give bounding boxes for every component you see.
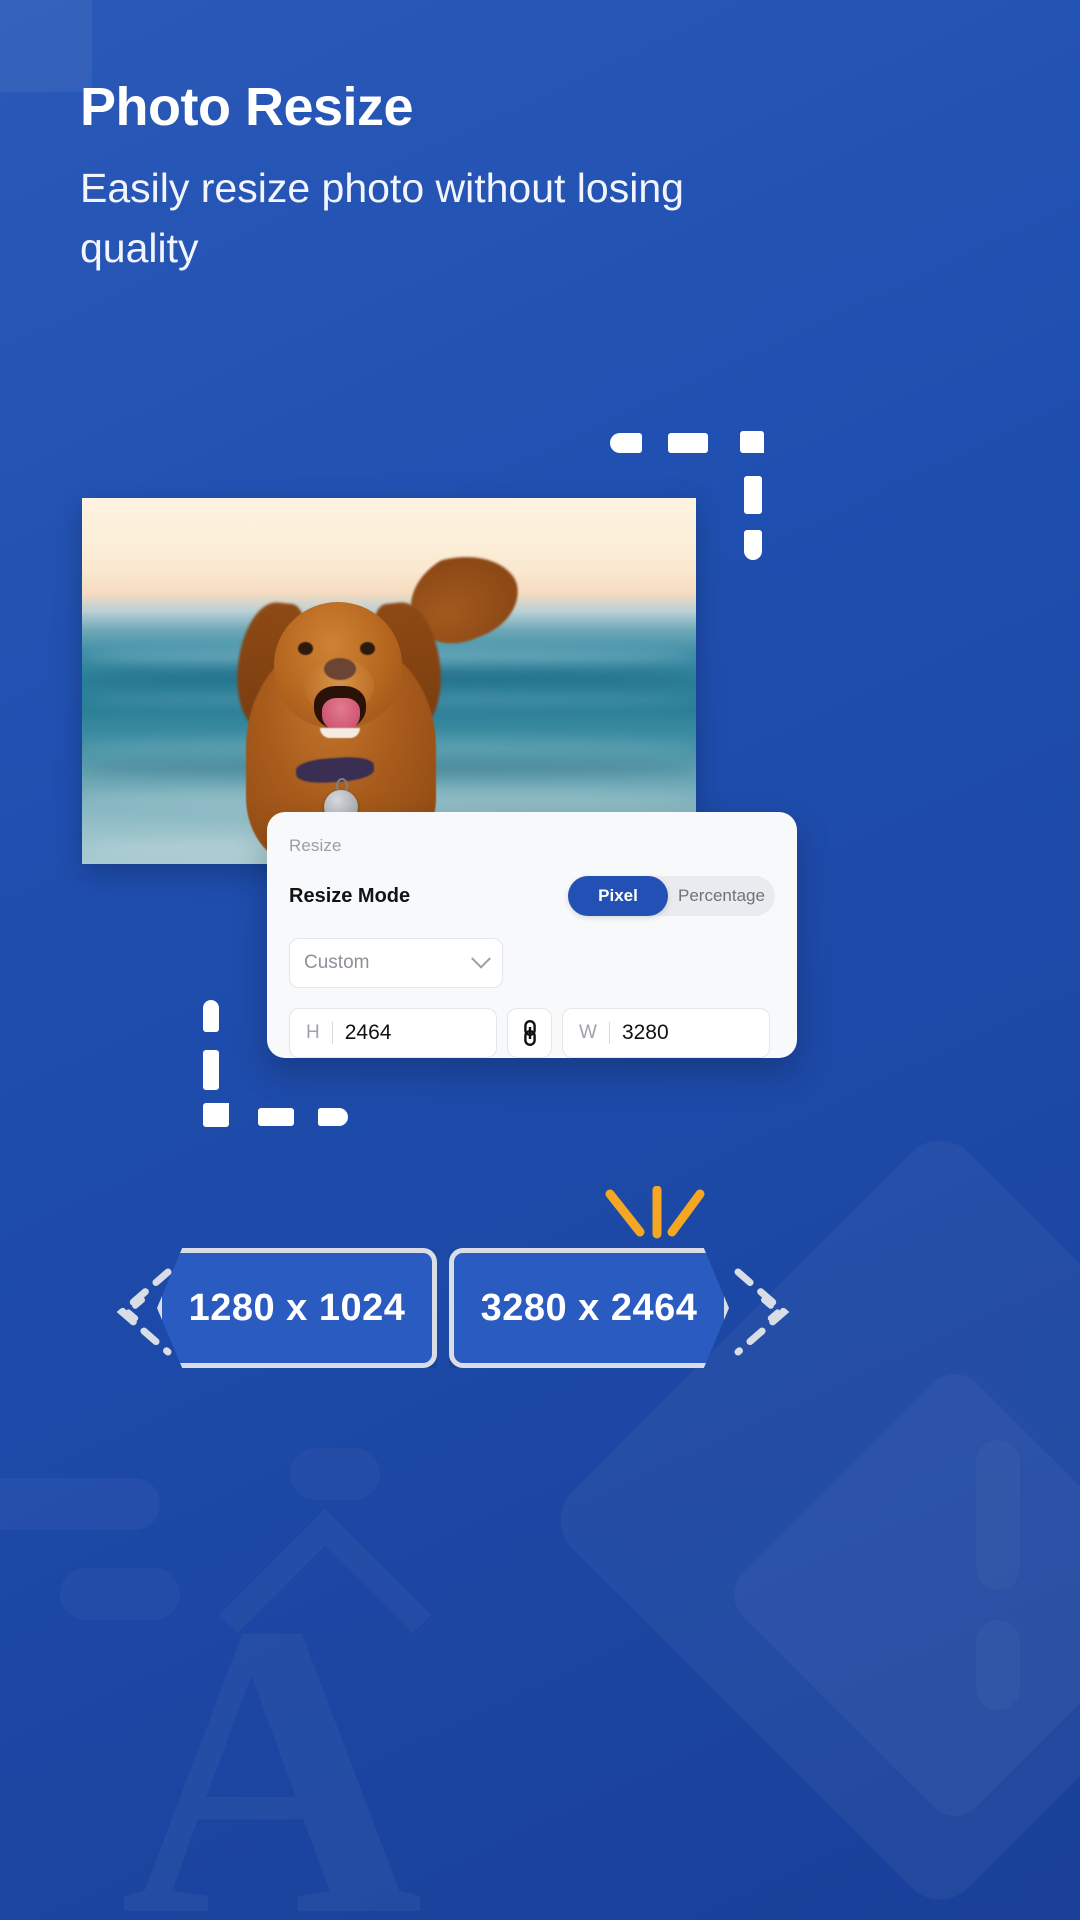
dash-mark-icon	[610, 433, 642, 453]
resize-mode-label: Resize Mode	[289, 884, 411, 907]
bg-pill-decoration-1	[0, 1478, 160, 1530]
dash-mark-icon	[744, 530, 762, 560]
page-title: Photo Resize	[80, 77, 414, 137]
field-divider	[608, 1022, 610, 1044]
photo-image	[82, 498, 696, 864]
bg-diagonal-decoration-2	[722, 1362, 1080, 1829]
bg-bar-decoration-1	[976, 1440, 1020, 1590]
bg-square-decoration	[0, 0, 92, 92]
panel-eyebrow-label: Resize	[289, 836, 342, 855]
height-input[interactable]: H 2464	[289, 1008, 497, 1058]
dash-mark-icon	[203, 1103, 229, 1127]
badge-resized-size[interactable]: 3280 x 2464	[449, 1248, 729, 1368]
resize-mode-segmented-control[interactable]: Pixel Percentage	[568, 876, 775, 916]
dash-mark-icon	[740, 431, 764, 453]
link-chain-icon	[523, 1019, 536, 1047]
watermark-letter: A	[120, 1560, 423, 1920]
dash-mark-icon	[258, 1108, 294, 1126]
bg-pill-decoration-2	[60, 1568, 180, 1620]
field-divider	[331, 1022, 333, 1044]
badge-original-size[interactable]: 1280 x 1024	[157, 1248, 437, 1368]
height-label: H	[306, 1022, 320, 1043]
preset-select-value: Custom	[304, 952, 370, 973]
dash-mark-icon	[668, 433, 708, 453]
app-screen: A Photo Resize Easily resize photo witho…	[0, 0, 1080, 1920]
dimension-row: H 2464 W 3280	[289, 1008, 775, 1058]
height-value: 2464	[344, 1021, 392, 1044]
width-input[interactable]: W 3280	[562, 1008, 770, 1058]
sparkle-icon	[600, 1185, 710, 1251]
segment-pixel[interactable]: Pixel	[568, 876, 668, 916]
hero-text-block: Photo Resize Easily resize photo without…	[80, 77, 860, 278]
dash-mark-icon	[318, 1108, 348, 1126]
page-subtitle: Easily resize photo without losing quali…	[80, 165, 684, 271]
width-label: W	[579, 1022, 597, 1043]
aspect-ratio-lock-button[interactable]	[507, 1008, 552, 1058]
dash-mark-icon	[744, 476, 762, 514]
dimension-badges: 1280 x 1024 3280 x 2464	[0, 1185, 1080, 1383]
preset-select[interactable]: Custom	[289, 938, 503, 988]
photo-preview	[82, 498, 696, 864]
chevron-down-icon	[471, 948, 491, 969]
resize-mode-row: Resize Mode Pixel Percentage	[289, 876, 775, 916]
dash-mark-icon	[203, 1000, 219, 1032]
width-value: 3280	[621, 1021, 669, 1044]
segment-percentage[interactable]: Percentage	[668, 876, 775, 916]
bg-pill-decoration-3	[290, 1448, 380, 1500]
resize-panel: Resize Resize Mode Pixel Percentage Cust…	[267, 812, 797, 1058]
dash-mark-icon	[203, 1050, 219, 1090]
right-arrow-dashes-icon	[724, 1266, 794, 1358]
bg-bar-decoration-2	[976, 1620, 1020, 1710]
bg-arrow-decoration	[219, 1509, 431, 1721]
